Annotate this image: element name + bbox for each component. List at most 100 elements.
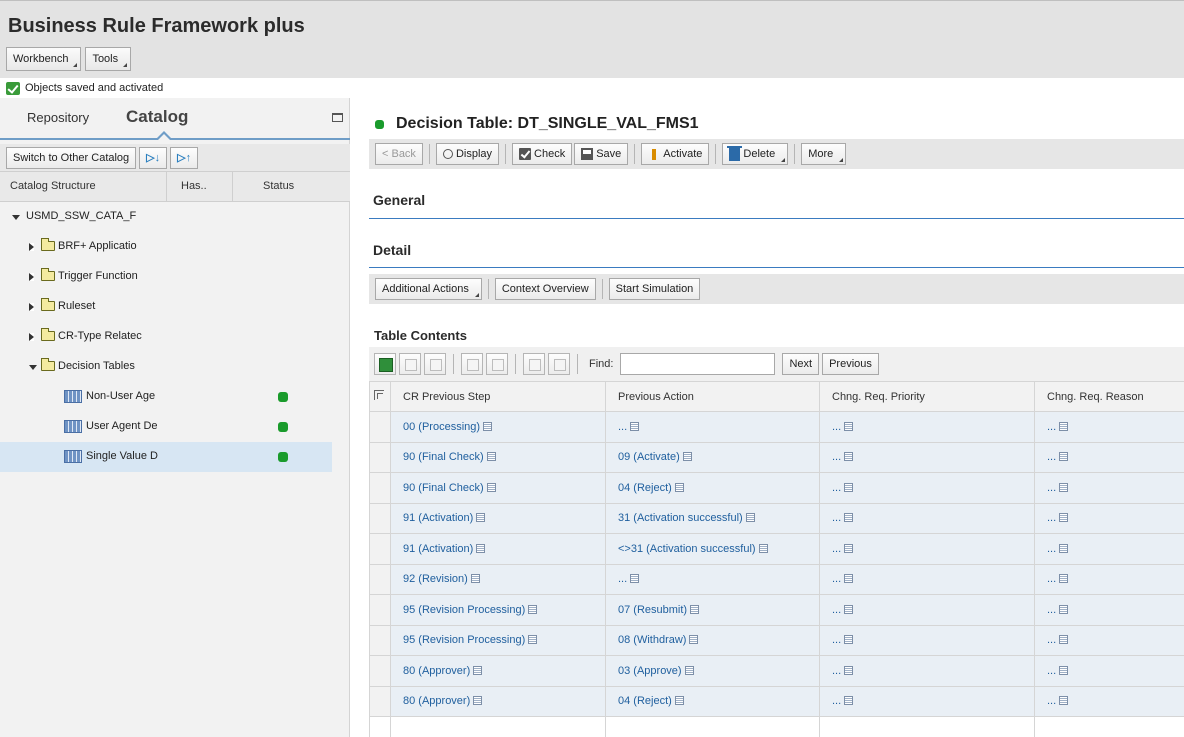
- table-cell[interactable]: ...: [605, 411, 820, 443]
- table-cell[interactable]: 03 (Approve): [605, 655, 820, 687]
- table-cell[interactable]: ...: [1034, 411, 1184, 443]
- value-help-icon[interactable]: [844, 696, 854, 706]
- row-selector[interactable]: [369, 594, 391, 626]
- value-help-icon[interactable]: [630, 574, 640, 584]
- value-help-icon[interactable]: [473, 696, 483, 706]
- find-input[interactable]: [620, 353, 776, 375]
- value-help-icon[interactable]: [1059, 604, 1069, 614]
- value-help-icon[interactable]: [1059, 635, 1069, 645]
- table-cell[interactable]: [605, 716, 820, 737]
- value-help-icon[interactable]: [844, 574, 854, 584]
- table-cell[interactable]: 09 (Activate): [605, 441, 820, 473]
- table-cell[interactable]: ...: [605, 563, 820, 595]
- table-cell[interactable]: [819, 716, 1035, 737]
- table-row-empty[interactable]: [369, 716, 1184, 737]
- column-status[interactable]: Status: [263, 180, 294, 192]
- value-help-icon[interactable]: [486, 482, 496, 492]
- table-cell[interactable]: 00 (Processing): [390, 411, 606, 443]
- more-button[interactable]: More: [801, 143, 847, 165]
- table-row[interactable]: 91 (Activation) 31 (Activation successful…: [369, 502, 1184, 534]
- value-help-icon[interactable]: [476, 543, 486, 553]
- column-has[interactable]: Has..: [181, 180, 207, 192]
- value-help-icon[interactable]: [844, 665, 854, 675]
- column-catalog-structure[interactable]: Catalog Structure: [10, 180, 96, 192]
- value-help-icon[interactable]: [844, 482, 854, 492]
- value-help-icon[interactable]: [1059, 421, 1069, 431]
- value-help-icon[interactable]: [1059, 452, 1069, 462]
- table-cell[interactable]: ...: [1034, 624, 1184, 656]
- tree-node-decision-table[interactable]: User Agent Dе: [0, 412, 350, 442]
- value-help-icon[interactable]: [690, 604, 700, 614]
- table-cell[interactable]: ...: [819, 685, 1035, 717]
- minimize-pane-icon[interactable]: [332, 113, 343, 122]
- row-selector[interactable]: [369, 685, 391, 717]
- tree-node-folder[interactable]: CR-Type Relatec: [0, 322, 350, 352]
- table-cell[interactable]: ...: [1034, 594, 1184, 626]
- column-header[interactable]: Chng. Req. Priority: [819, 381, 1035, 412]
- value-help-icon[interactable]: [844, 421, 854, 431]
- table-cell[interactable]: 80 (Approver): [390, 685, 606, 717]
- tree-node-folder[interactable]: Ruleset: [0, 292, 350, 322]
- table-cell[interactable]: ...: [819, 533, 1035, 565]
- row-selector[interactable]: [369, 441, 391, 473]
- value-help-icon[interactable]: [528, 635, 538, 645]
- value-help-icon[interactable]: [476, 513, 486, 523]
- value-help-icon[interactable]: [1059, 696, 1069, 706]
- table-cell[interactable]: 31 (Activation successful): [605, 502, 820, 534]
- table-cell[interactable]: 91 (Activation): [390, 502, 606, 534]
- row-selector[interactable]: [369, 411, 391, 443]
- value-help-icon[interactable]: [844, 604, 854, 614]
- table-cell[interactable]: ...: [819, 502, 1035, 534]
- value-help-icon[interactable]: [674, 696, 684, 706]
- value-help-icon[interactable]: [473, 665, 483, 675]
- row-selector[interactable]: [369, 533, 391, 565]
- value-help-icon[interactable]: [1059, 665, 1069, 675]
- table-cell[interactable]: ...: [1034, 502, 1184, 534]
- table-cell[interactable]: 80 (Approver): [390, 655, 606, 687]
- value-help-icon[interactable]: [486, 452, 496, 462]
- tree-node-folder[interactable]: Decision Tables: [0, 352, 350, 382]
- tree-node-folder[interactable]: Trigger Function: [0, 262, 350, 292]
- value-help-icon[interactable]: [689, 635, 699, 645]
- row-selector[interactable]: [369, 624, 391, 656]
- column-header[interactable]: Chng. Req. Reason: [1034, 381, 1184, 412]
- table-row[interactable]: 92 (Revision).........: [369, 563, 1184, 595]
- column-settings-icon[interactable]: [374, 390, 384, 400]
- paste-icon[interactable]: [486, 353, 508, 375]
- value-help-icon[interactable]: [1059, 513, 1069, 523]
- expand-icon[interactable]: [29, 273, 34, 281]
- sort-down-button[interactable]: ▷↓: [139, 146, 168, 169]
- row-selector[interactable]: [369, 502, 391, 534]
- table-row[interactable]: 95 (Revision Processing) 08 (Withdraw)...…: [369, 624, 1184, 656]
- value-help-icon[interactable]: [745, 513, 755, 523]
- table-row[interactable]: 80 (Approver) 04 (Reject)......: [369, 685, 1184, 717]
- column-header[interactable]: Previous Action: [605, 381, 820, 412]
- move-down-icon[interactable]: [548, 353, 570, 375]
- table-cell[interactable]: 04 (Reject): [605, 472, 820, 504]
- back-button[interactable]: < Back: [375, 143, 423, 165]
- table-row[interactable]: 90 (Final Check) 09 (Activate)......: [369, 441, 1184, 473]
- start-simulation-button[interactable]: Start Simulation: [608, 278, 701, 300]
- table-cell[interactable]: 04 (Reject): [605, 685, 820, 717]
- column-header[interactable]: CR Previous Step: [390, 381, 606, 412]
- value-help-icon[interactable]: [682, 452, 692, 462]
- value-help-icon[interactable]: [844, 513, 854, 523]
- tree-node-folder[interactable]: BRF+ Applicatio: [0, 232, 350, 262]
- table-cell[interactable]: ...: [1034, 563, 1184, 595]
- value-help-icon[interactable]: [758, 543, 768, 553]
- table-cell[interactable]: ...: [1034, 533, 1184, 565]
- previous-button[interactable]: Previous: [822, 353, 879, 375]
- table-cell[interactable]: ...: [819, 411, 1035, 443]
- delete-row-icon[interactable]: [399, 353, 421, 375]
- expand-icon[interactable]: [29, 303, 34, 311]
- copy-icon[interactable]: [461, 353, 483, 375]
- section-detail[interactable]: Detail: [373, 242, 411, 258]
- value-help-icon[interactable]: [1059, 543, 1069, 553]
- table-cell[interactable]: 90 (Final Check): [390, 441, 606, 473]
- table-cell[interactable]: ...: [1034, 472, 1184, 504]
- table-row[interactable]: 95 (Revision Processing) 07 (Resubmit)...…: [369, 594, 1184, 626]
- table-cell[interactable]: 95 (Revision Processing): [390, 624, 606, 656]
- section-general[interactable]: General: [373, 192, 425, 208]
- value-help-icon[interactable]: [844, 543, 854, 553]
- table-cell[interactable]: ...: [819, 441, 1035, 473]
